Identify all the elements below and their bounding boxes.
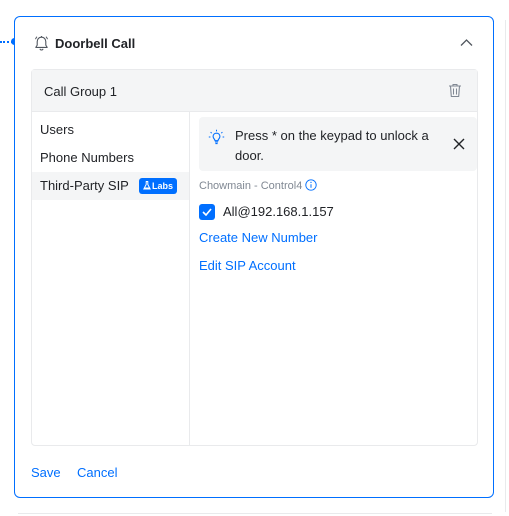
labs-badge: Labs (139, 178, 178, 194)
next-card-edge (18, 513, 492, 514)
labs-badge-label: Labs (152, 181, 174, 191)
nav-item-users[interactable]: Users (32, 116, 189, 144)
close-icon[interactable] (453, 138, 465, 150)
sip-account-label: All@192.168.1.157 (223, 204, 334, 219)
panel-edge (505, 20, 506, 512)
nav-item-label: Users (40, 122, 74, 137)
edit-sip-account-link[interactable]: Edit SIP Account (199, 258, 296, 273)
group-side-nav: Users Phone Numbers Third-Party SIP Labs (32, 112, 190, 445)
trash-icon[interactable] (448, 83, 462, 98)
chevron-up-icon[interactable] (460, 38, 473, 47)
bell-icon (35, 36, 48, 51)
call-group: Call Group 1 Users Phone Numbers Third-P… (31, 69, 478, 446)
card-title: Doorbell Call (55, 36, 136, 51)
lightbulb-icon (208, 129, 225, 145)
third-party-sip-panel: Press * on the keypad to unlock a door. … (190, 112, 477, 445)
sip-integration-name: Chowmain - Control4 (199, 180, 303, 192)
call-group-title: Call Group 1 (44, 84, 117, 99)
sip-integration-label: Chowmain - Control4 (199, 179, 317, 192)
sip-account-checkbox[interactable] (199, 204, 215, 220)
nav-item-label: Third-Party SIP (40, 178, 129, 193)
nav-item-phone-numbers[interactable]: Phone Numbers (32, 144, 189, 172)
nav-item-third-party-sip[interactable]: Third-Party SIP Labs (32, 172, 189, 200)
call-group-body: Users Phone Numbers Third-Party SIP Labs (32, 112, 477, 445)
save-button[interactable]: Save (31, 465, 61, 480)
nav-item-label: Phone Numbers (40, 150, 134, 165)
cancel-button[interactable]: Cancel (77, 465, 117, 480)
create-new-number-link[interactable]: Create New Number (199, 230, 318, 245)
card-header[interactable]: Doorbell Call (15, 17, 493, 69)
checkmark-icon (202, 208, 212, 216)
flask-icon (143, 181, 151, 190)
tip-banner: Press * on the keypad to unlock a door. (199, 117, 477, 171)
tip-text: Press * on the keypad to unlock a door. (235, 128, 429, 163)
call-group-header: Call Group 1 (32, 70, 477, 112)
doorbell-call-card: Doorbell Call Call Group 1 Users Phone N… (14, 16, 494, 498)
info-icon[interactable] (305, 179, 317, 191)
